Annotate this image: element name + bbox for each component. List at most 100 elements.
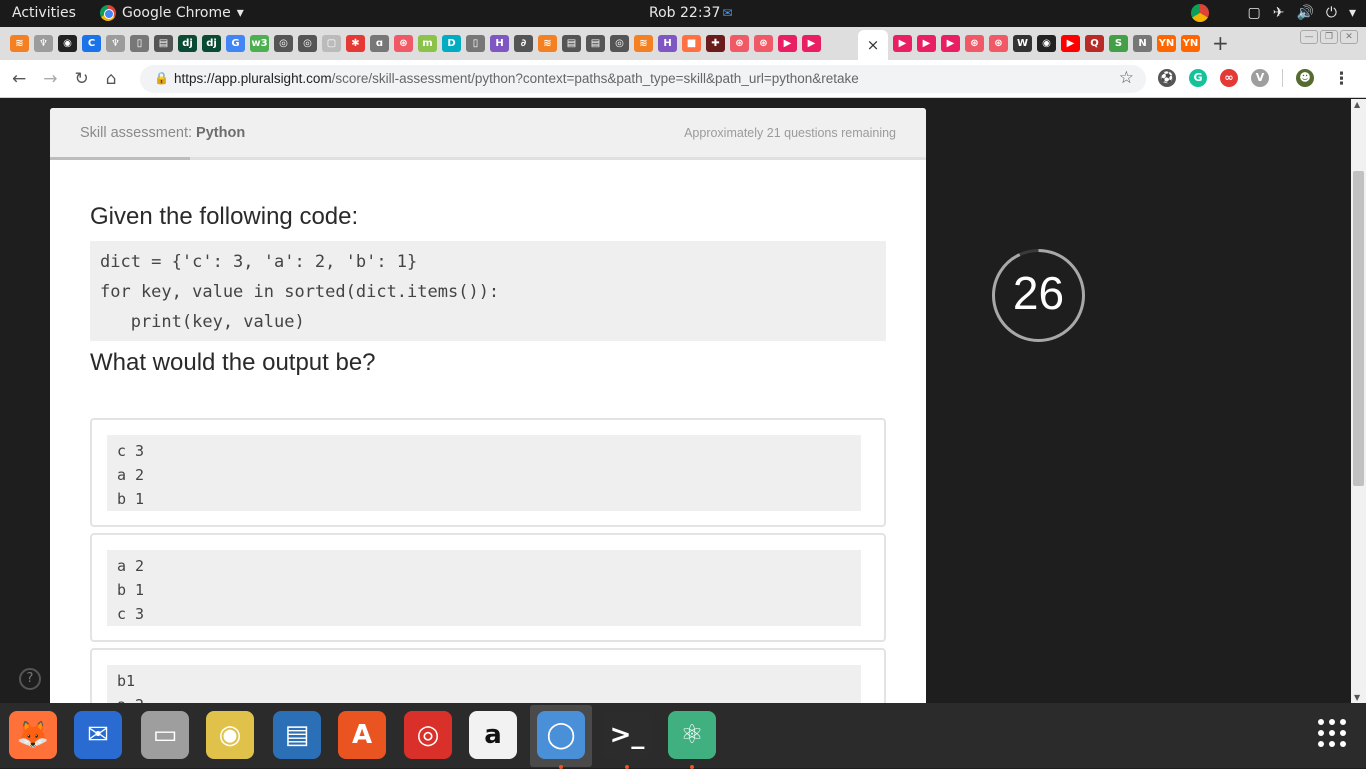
help-lifebuoy-icon[interactable]: ◎ [404, 711, 452, 759]
chrome-tray-icon[interactable] [1191, 4, 1210, 22]
w3-favicon[interactable]: w3 [250, 35, 269, 52]
scrollbar-thumb[interactable] [1353, 171, 1364, 486]
app-menu[interactable]: Google Chrome ▾ [100, 5, 244, 21]
django-favicon[interactable]: dj [178, 35, 197, 52]
play-favicon-3[interactable]: ▶ [893, 35, 912, 52]
answer-option-2[interactable]: a 2 b 1 c 3 [90, 533, 886, 642]
pluralsight-favicon-5[interactable]: ⊛ [989, 35, 1008, 52]
system-tray[interactable]: ▢ ✈ 🔊 ⏻ ▾ [1191, 4, 1356, 22]
h-favicon-2[interactable]: H [658, 35, 677, 52]
firefox-icon[interactable]: 🦊 [9, 711, 57, 759]
maximize-button[interactable]: ❐ [1320, 30, 1338, 44]
assessment-header: Skill assessment: Python Approximately 2… [50, 108, 926, 160]
pluralsight-favicon-2[interactable]: ⊛ [730, 35, 749, 52]
pluralsight-favicon-4[interactable]: ⊛ [965, 35, 984, 52]
activities-button[interactable]: Activities [12, 5, 76, 21]
github-favicon-2[interactable]: ◉ [1037, 35, 1056, 52]
chrome-menu-button[interactable]: ⋮ [1333, 69, 1350, 89]
yn-favicon[interactable]: YN [1157, 35, 1176, 52]
extension-v-icon[interactable]: V [1251, 69, 1269, 87]
thunderbird-icon[interactable]: ✉ [74, 711, 122, 759]
files-icon[interactable]: ▭ [141, 711, 189, 759]
extension-soccer-icon[interactable]: ⚽ [1158, 69, 1176, 87]
circle-favicon[interactable]: ◎ [274, 35, 293, 52]
close-tab-icon[interactable]: × [867, 36, 880, 54]
new-tab-button[interactable]: + [1212, 31, 1229, 55]
rhythmbox-icon[interactable]: ◉ [206, 711, 254, 759]
back-button[interactable]: ← [12, 69, 26, 89]
software-center-icon[interactable]: A [338, 711, 386, 759]
writer-icon[interactable]: ▤ [273, 711, 321, 759]
atom-icon[interactable]: ⚛ [668, 711, 716, 769]
a-favicon[interactable]: ɑ [370, 35, 389, 52]
box-favicon[interactable]: ■ [682, 35, 701, 52]
clock[interactable]: Rob 22:37 ✉ [649, 5, 732, 21]
doc-favicon-2[interactable]: ▯ [466, 35, 485, 52]
answer-line: c 3 [117, 605, 145, 623]
yn-favicon-2[interactable]: YN [1181, 35, 1200, 52]
pluralsight-favicon[interactable]: ⊛ [394, 35, 413, 52]
django-favicon-2[interactable]: dj [202, 35, 221, 52]
lock-icon[interactable]: 🔒 [154, 71, 169, 85]
plant-favicon-2[interactable]: ♆ [106, 35, 125, 52]
terminal-icon[interactable]: >_ [603, 711, 651, 769]
chromium-icon[interactable]: ◯ [537, 711, 585, 769]
youtube-favicon[interactable]: ▶ [1061, 35, 1080, 52]
plant-favicon[interactable]: ♆ [34, 35, 53, 52]
chevron-down-icon: ▾ [236, 5, 244, 21]
n-favicon[interactable]: N [1133, 35, 1152, 52]
active-tab[interactable]: × [858, 30, 888, 60]
wikipedia-favicon[interactable]: W [1013, 35, 1032, 52]
assessment-progress-bar [50, 157, 926, 160]
doc-favicon[interactable]: ▯ [130, 35, 149, 52]
address-bar[interactable]: 🔒 https://app.pluralsight.com/score/skil… [140, 65, 1146, 93]
answer-option-1[interactable]: c 3 a 2 b 1 [90, 418, 886, 527]
scroll-up-icon[interactable]: ▲ [1354, 100, 1360, 109]
close-window-button[interactable]: ✕ [1340, 30, 1358, 44]
github-favicon[interactable]: ◉ [58, 35, 77, 52]
home-button[interactable]: ⌂ [106, 69, 117, 89]
stackoverflow-favicon[interactable]: ≋ [10, 35, 29, 52]
circle-favicon-2[interactable]: ◎ [298, 35, 317, 52]
s-favicon[interactable]: S [1109, 35, 1128, 52]
book-favicon[interactable]: ▤ [154, 35, 173, 52]
book-favicon-2[interactable]: ▤ [562, 35, 581, 52]
answer-option-3[interactable]: b1 a 2 [90, 648, 886, 703]
play-favicon-5[interactable]: ▶ [941, 35, 960, 52]
loop-favicon[interactable]: ∂ [514, 35, 533, 52]
help-button[interactable]: ? [19, 668, 41, 690]
minimize-button[interactable]: — [1300, 30, 1318, 44]
pluralsight-favicon-3[interactable]: ⊛ [754, 35, 773, 52]
play-favicon[interactable]: ▶ [778, 35, 797, 52]
extension-grammarly-icon[interactable]: G [1189, 69, 1207, 87]
cube-favicon[interactable]: ▢ [322, 35, 341, 52]
book-favicon-3[interactable]: ▤ [586, 35, 605, 52]
url-text[interactable]: https://app.pluralsight.com/score/skill-… [174, 71, 859, 86]
play-favicon-2[interactable]: ▶ [802, 35, 821, 52]
d-favicon[interactable]: D [442, 35, 461, 52]
bookmark-star-icon[interactable]: ☆ [1119, 68, 1134, 88]
play-favicon-4[interactable]: ▶ [917, 35, 936, 52]
plus-favicon[interactable]: ✚ [706, 35, 725, 52]
google-favicon[interactable]: G [226, 35, 245, 52]
h-favicon[interactable]: H [490, 35, 509, 52]
show-applications-icon[interactable] [1318, 719, 1346, 747]
toolbar-separator [1282, 69, 1283, 87]
question-prompt: Given the following code: [90, 203, 359, 230]
m-favicon[interactable]: m [418, 35, 437, 52]
forward-button[interactable]: → [43, 69, 57, 89]
quora-favicon[interactable]: Q [1085, 35, 1104, 52]
extension-infinity-icon[interactable]: ∞ [1220, 69, 1238, 87]
c-favicon[interactable]: C [82, 35, 101, 52]
circle-favicon-3[interactable]: ◎ [610, 35, 629, 52]
answer-line: a 2 [117, 693, 851, 703]
reload-button[interactable]: ↻ [75, 69, 89, 89]
navigation-buttons: ← → ↻ ⌂ [12, 69, 117, 89]
shield-favicon[interactable]: ✱ [346, 35, 365, 52]
scroll-down-icon[interactable]: ▼ [1354, 693, 1360, 702]
stackoverflow-favicon-2[interactable]: ≋ [538, 35, 557, 52]
page-scrollbar[interactable]: ▲ ▼ [1351, 99, 1366, 703]
amazon-icon[interactable]: a [469, 711, 517, 759]
profile-avatar[interactable]: ☻ [1296, 69, 1314, 87]
stackoverflow-favicon-3[interactable]: ≋ [634, 35, 653, 52]
